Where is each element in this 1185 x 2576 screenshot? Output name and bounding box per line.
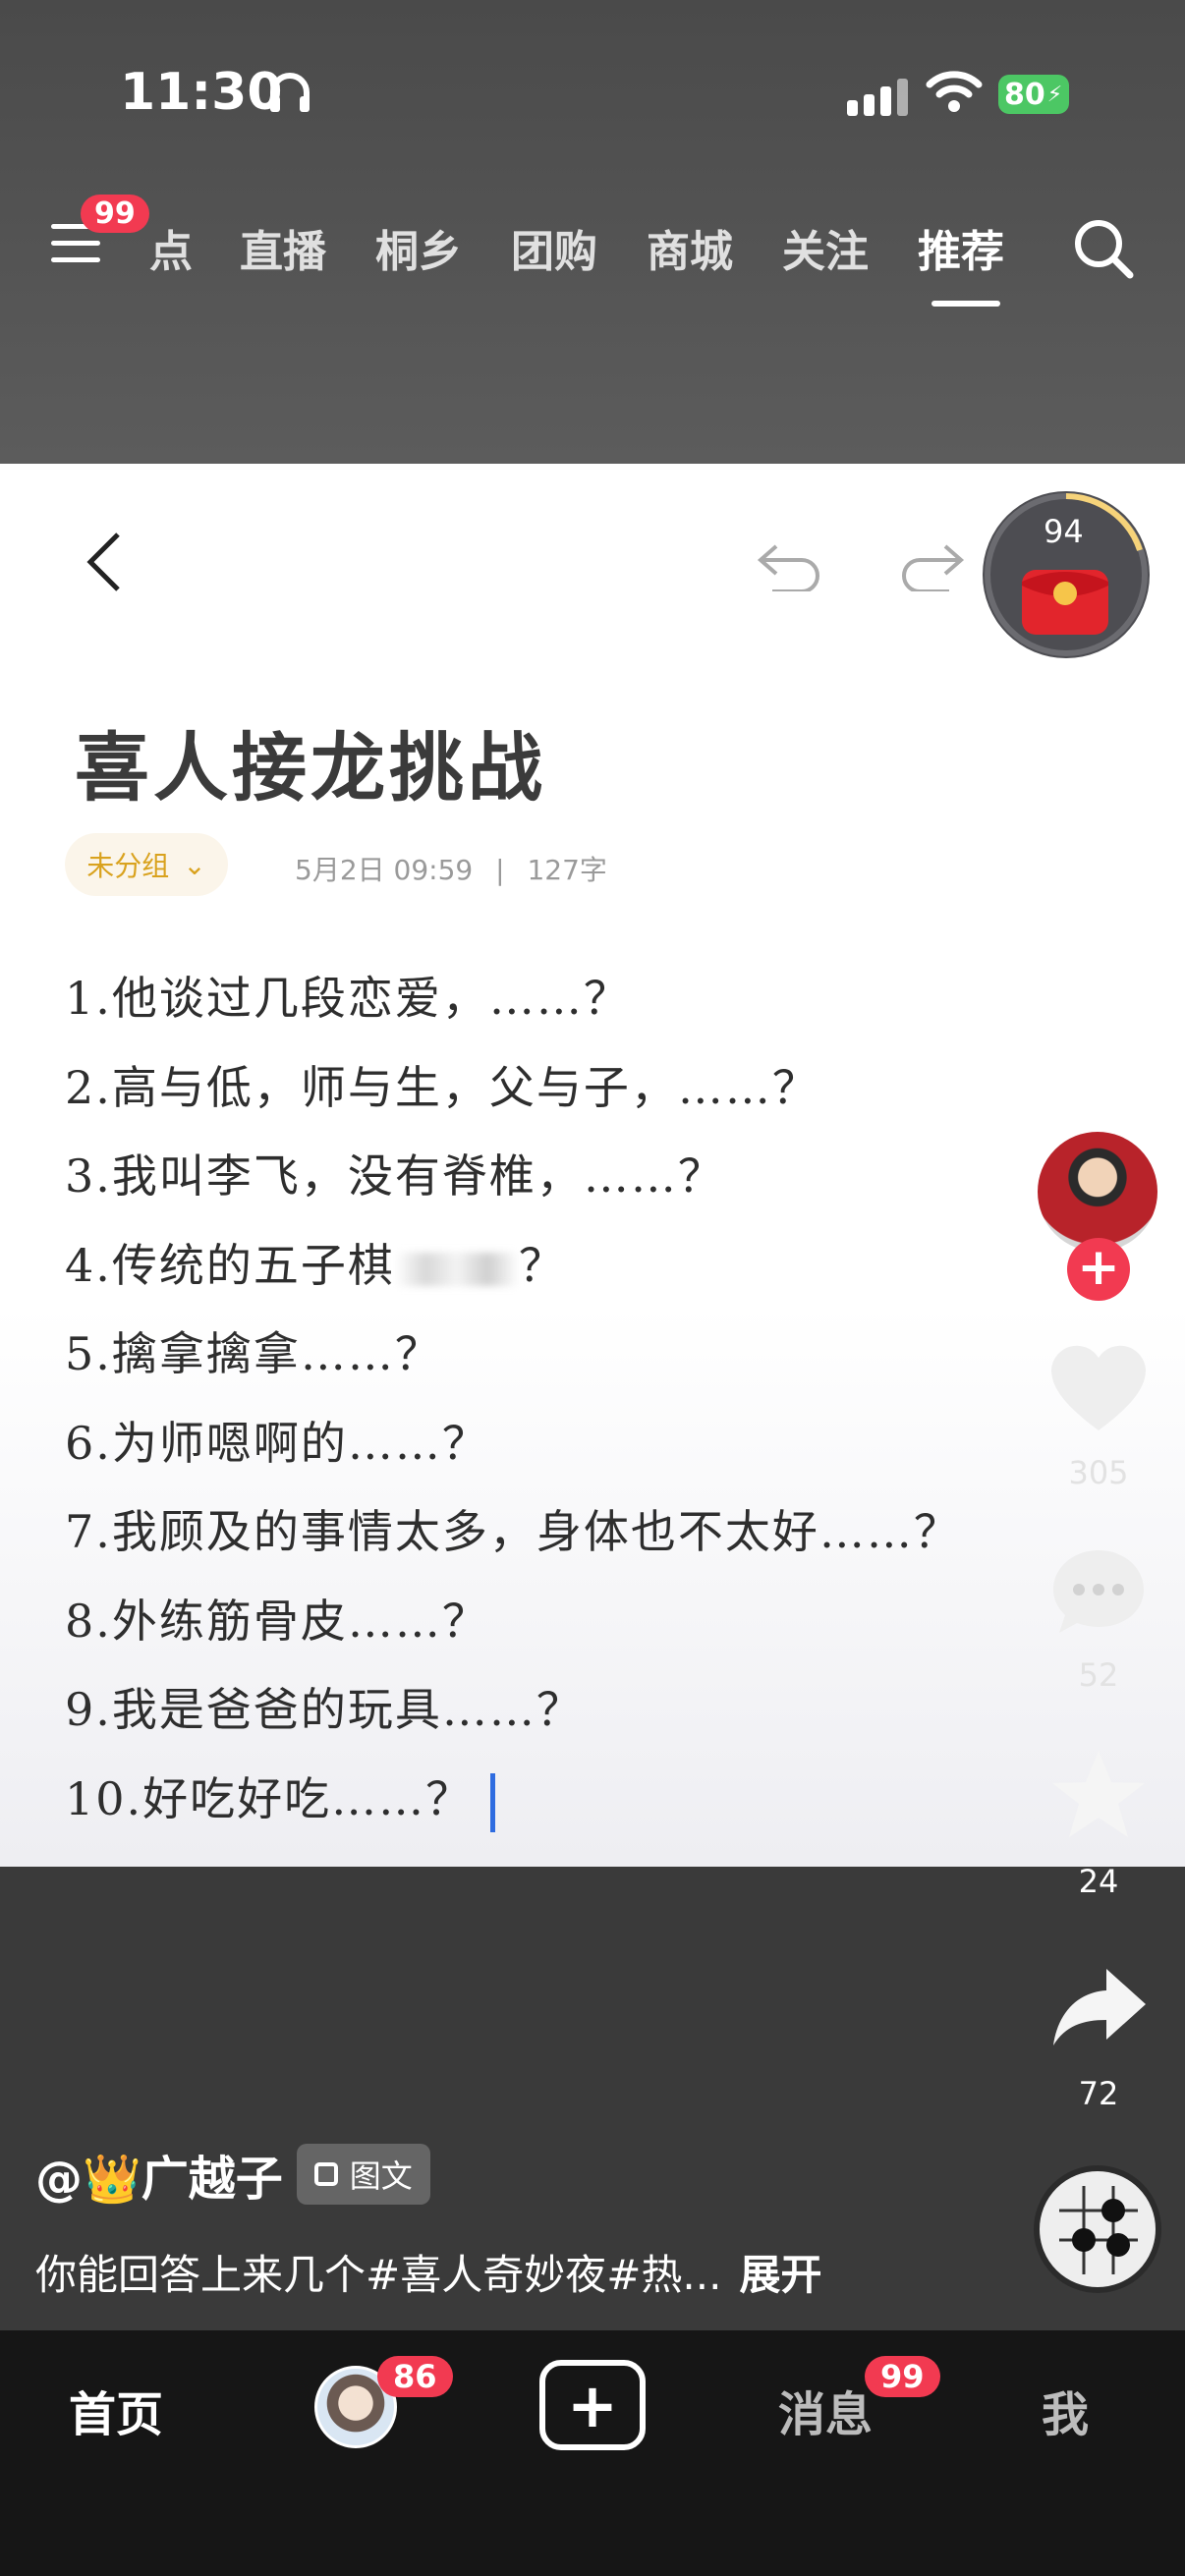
battery-level: 80	[1004, 77, 1045, 112]
note-meta: 5月2日 09:59 | 127字	[295, 854, 607, 886]
note-line: 2.高与低，师与生，父与子，……？	[65, 1060, 819, 1114]
search-icon[interactable]	[1071, 216, 1136, 281]
redo-icon	[902, 544, 965, 591]
note-title: 喜人接龙挑战	[75, 724, 546, 812]
note-line: 3.我叫李飞，没有脊椎，……？	[65, 1149, 725, 1203]
comment-count: 52	[1078, 1656, 1119, 1694]
author-name[interactable]: @👑广越子	[35, 2140, 283, 2209]
messages-badge: 99	[865, 2356, 940, 2397]
follow-button[interactable]: +	[1067, 1238, 1130, 1301]
create-post-button[interactable]: +	[539, 2360, 646, 2450]
tab-dian[interactable]: 点	[149, 216, 240, 279]
undo-icon	[757, 544, 819, 591]
favorite-count: 24	[1078, 1863, 1119, 1900]
menu-badge: 99	[81, 195, 149, 233]
author-line: @👑广越子 图文	[35, 2140, 430, 2209]
favorite-star-icon[interactable]	[1049, 1747, 1148, 1841]
headphones-icon	[270, 73, 310, 112]
tab-following[interactable]: 关注	[782, 216, 918, 279]
battery-indicator: 80 ⚡	[998, 75, 1069, 114]
music-disc-icon[interactable]	[1034, 2165, 1161, 2293]
share-count: 72	[1078, 2075, 1119, 2112]
note-line-suffix: ？	[518, 1238, 566, 1292]
note-line: 8.外练筋骨皮……？	[65, 1594, 489, 1648]
image-post-icon	[313, 2162, 338, 2186]
wifi-icon	[926, 71, 983, 112]
note-body: 1.他谈过几段恋爱，……？ 2.高与低，师与生，父与子，……？ 3.我叫李飞，没…	[65, 963, 961, 1852]
charging-icon: ⚡	[1046, 82, 1063, 107]
tab-mall[interactable]: 商城	[647, 216, 782, 279]
nav-me[interactable]: 我	[1042, 2376, 1089, 2444]
text-cursor	[490, 1772, 496, 1832]
group-label: 未分组	[86, 850, 170, 882]
group-selector: 未分组 ⌄	[65, 833, 228, 896]
like-heart-icon[interactable]	[1047, 1340, 1150, 1434]
post-type-badge: 图文	[296, 2144, 430, 2205]
note-line: 7.我顾及的事情太多，身体也不太好……？	[65, 1505, 961, 1558]
like-count: 305	[1068, 1454, 1129, 1491]
cellular-signal-icon	[847, 79, 914, 116]
expand-link[interactable]: 展开	[739, 2251, 821, 2299]
go-board-icon	[1059, 2186, 1138, 2274]
note-line: 10.好吃好吃……？	[65, 1764, 961, 1853]
author-avatar[interactable]	[1034, 1128, 1161, 1256]
post-type-label: 图文	[349, 2157, 413, 2195]
share-arrow-icon[interactable]	[1051, 1965, 1148, 2047]
chevron-down-icon: ⌄	[183, 848, 206, 881]
post-caption[interactable]: 你能回答上来几个#喜人奇妙夜#热... 展开	[35, 2242, 821, 2302]
note-line: 6.为师嗯啊的……？	[65, 1416, 489, 1470]
nav-home[interactable]: 首页	[69, 2376, 163, 2444]
note-line: 9.我是爸爸的玩具……？	[65, 1683, 584, 1736]
tab-group-buy[interactable]: 团购	[511, 216, 647, 279]
note-date: 5月2日 09:59	[295, 854, 474, 886]
back-arrow-icon	[86, 532, 120, 591]
note-line-text: 4.传统的五子棋	[65, 1238, 395, 1292]
note-word-count: 127字	[527, 854, 607, 886]
tab-recommend[interactable]: 推荐	[918, 216, 1053, 279]
tab-tongxiang[interactable]: 桐乡	[375, 216, 511, 279]
note-line: 5.擒拿擒拿……？	[65, 1327, 442, 1380]
note-line: 4.传统的五子棋 ？	[65, 1230, 961, 1319]
bottom-nav: 首页 86 + 消息 99 我	[0, 2330, 1185, 2576]
comment-bubble-icon[interactable]	[1047, 1544, 1150, 1639]
active-tab-indicator	[931, 301, 1000, 307]
top-tabs: 点 直播 桐乡 团购 商城 关注 推荐	[149, 216, 1053, 279]
caption-text: 你能回答上来几个#喜人奇妙夜#热...	[35, 2251, 722, 2299]
reward-count: 94	[1044, 513, 1084, 550]
status-time: 11:30	[120, 63, 283, 122]
note-line: 1.他谈过几段恋爱，……？	[65, 972, 631, 1025]
note-card[interactable]: 喜人接龙挑战 未分组 ⌄ 5月2日 09:59 | 127字 1.他谈过几段恋爱…	[0, 464, 1185, 1867]
note-line-text: 10.好吃好吃……？	[65, 1771, 474, 1825]
red-envelope-icon	[1022, 570, 1108, 635]
nav-messages[interactable]: 消息	[778, 2376, 873, 2444]
friends-badge: 86	[377, 2356, 453, 2397]
tab-live[interactable]: 直播	[240, 216, 375, 279]
blurred-region	[394, 1252, 519, 1286]
